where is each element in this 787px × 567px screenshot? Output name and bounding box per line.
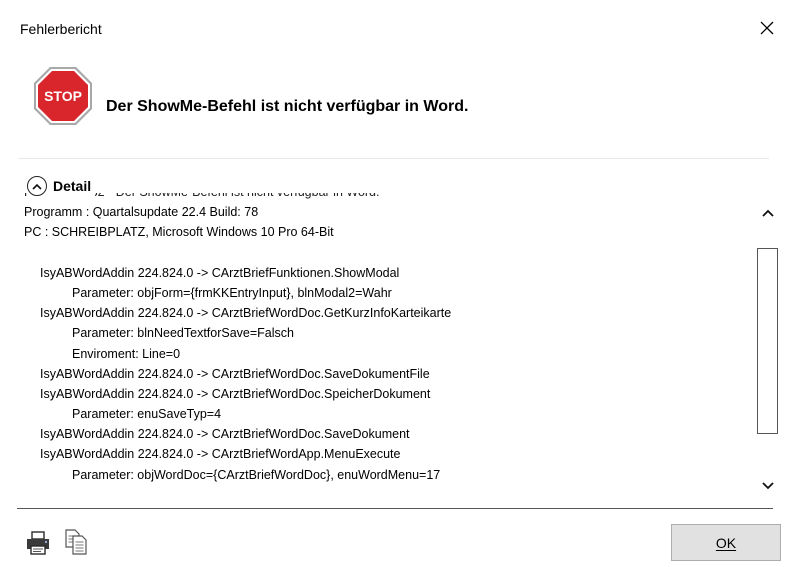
chevron-down-icon: [762, 482, 774, 490]
detail-toggle-button[interactable]: Detail: [27, 176, 96, 196]
stop-sign-text: STOP: [44, 88, 82, 104]
trace-line: IsyABWordAddin 224.824.0 -> CArztBriefWo…: [40, 386, 431, 401]
scrollbar-thumb[interactable]: [757, 248, 778, 434]
printer-icon: [27, 531, 49, 555]
detail-label: Detail: [53, 178, 92, 194]
scroll-down-button[interactable]: [758, 476, 778, 496]
trace-line: IsyABWordAddin 224.824.0 -> CArztBriefWo…: [40, 447, 401, 462]
ok-button-label: OK: [715, 534, 737, 551]
copy-icon: [65, 529, 87, 555]
stop-sign-icon: STOP: [34, 67, 92, 125]
detail-text-area[interactable]: Fehler: 4 1232 - Der ShowMe-Befehl ist n…: [24, 193, 740, 499]
trace-line: IsyABWordAddin 224.824.0 -> CArztBriefFu…: [40, 265, 400, 280]
separator-bottom: [17, 508, 773, 509]
trace-line: IsyABWordAddin 224.824.0 -> CArztBriefWo…: [40, 427, 410, 442]
title-bar: Fehlerbericht: [0, 0, 787, 44]
trace-line: Parameter: enuSaveTyp=4: [72, 407, 222, 422]
trace-line: Parameter: objWordDoc={CArztBriefWordDoc…: [72, 467, 441, 482]
detail-line-pc: PC : SCHREIBPLATZ, Microsoft Windows 10 …: [24, 225, 334, 240]
trace-line: Parameter: blnNeedTextforSave=Falsch: [72, 326, 294, 341]
detail-cut-line: Fehler: 4 1232 - Der ShowMe-Befehl ist n…: [24, 193, 740, 202]
close-icon: [760, 21, 774, 35]
close-button[interactable]: [747, 12, 787, 44]
dialog-title: Fehlerbericht: [20, 21, 102, 37]
ok-button[interactable]: OK: [671, 524, 781, 561]
print-button[interactable]: [25, 530, 51, 556]
trace-line: IsyABWordAddin 224.824.0 -> CArztBriefWo…: [40, 366, 430, 381]
trace-line: IsyABWordAddin 224.824.0 -> CArztBriefWo…: [40, 306, 452, 321]
scroll-up-button[interactable]: [758, 203, 778, 223]
chevron-up-circle-icon: [27, 176, 47, 196]
trace-line: Enviroment: Line=0: [72, 346, 181, 361]
separator-top: [18, 158, 769, 159]
error-header: STOP Der ShowMe-Befehl ist nicht verfügb…: [32, 66, 468, 126]
copy-button[interactable]: [64, 528, 90, 556]
detail-line-program: Programm : Quartalsupdate 22.4 Build: 78: [24, 205, 259, 220]
chevron-up-icon: [762, 209, 774, 217]
detail-spacer: [24, 243, 740, 263]
trace-line: Parameter: objForm={frmKKEntryInput}, bl…: [72, 285, 392, 300]
error-message: Der ShowMe-Befehl ist nicht verfügbar in…: [106, 98, 469, 115]
